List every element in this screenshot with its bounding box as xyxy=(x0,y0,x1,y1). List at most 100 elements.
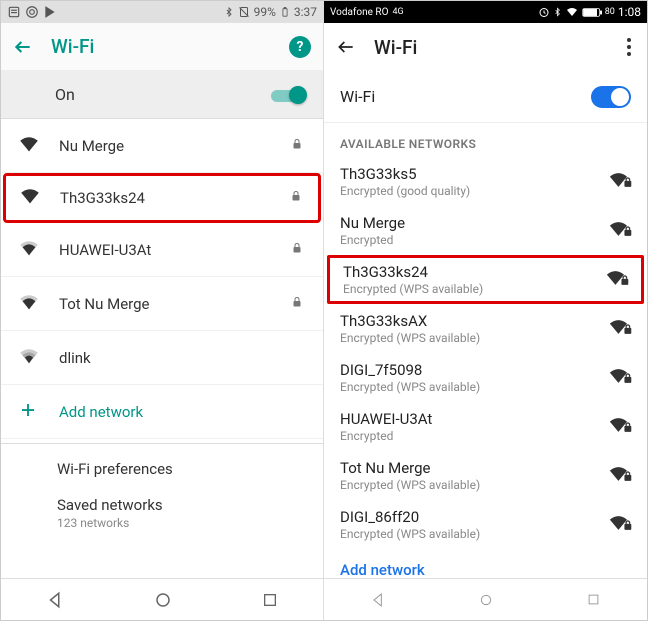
wifi-signal-lock-icon xyxy=(606,269,628,291)
network-name: dlink xyxy=(59,349,305,367)
wifi-signal-icon xyxy=(19,348,39,368)
wifi-preferences[interactable]: Wi-Fi preferences xyxy=(1,444,323,484)
network-row[interactable]: Tot Nu Merge xyxy=(1,277,323,331)
app-bar: Wi-Fi ? xyxy=(1,23,323,71)
status-bar: Vodafone RO 4G 80 1:08 xyxy=(324,1,647,23)
overflow-menu-icon[interactable] xyxy=(623,34,635,60)
nav-back-icon[interactable] xyxy=(370,592,386,608)
nav-back-icon[interactable] xyxy=(46,591,64,609)
network-row[interactable]: Th3G33ks24 xyxy=(3,173,321,223)
nav-recent-icon[interactable] xyxy=(262,592,278,608)
network-status: Encrypted (WPS available) xyxy=(340,478,597,492)
wifi-master-row: Wi-Fi xyxy=(324,71,647,123)
wifi-signal-lock-icon xyxy=(609,367,631,389)
lock-icon xyxy=(291,295,305,313)
network-status: Encrypted xyxy=(340,233,597,247)
network-list: Nu Merge Th3G33ks24 HUAWEI-U3At Tot Nu M… xyxy=(1,119,323,578)
saved-networks[interactable]: Saved networks xyxy=(1,484,323,516)
notification-icon xyxy=(7,5,21,19)
clock: 3:37 xyxy=(294,5,317,19)
carrier-label: Vodafone RO xyxy=(330,7,388,18)
bluetooth-icon xyxy=(224,5,234,19)
wifi-signal-lock-icon xyxy=(609,465,631,487)
chrome-icon xyxy=(25,5,39,19)
page-title: Wi-Fi xyxy=(51,35,94,58)
wifi-signal-icon xyxy=(19,240,39,260)
wifi-label: Wi-Fi xyxy=(340,87,375,106)
lock-icon xyxy=(291,241,305,259)
battery-pct: 99% xyxy=(254,5,276,19)
network-status: Encrypted (WPS available) xyxy=(340,331,597,345)
battery-icon xyxy=(280,5,290,19)
network-name: HUAWEI-U3At xyxy=(340,410,597,428)
add-network-link[interactable]: Add network xyxy=(324,549,647,578)
nav-bar xyxy=(324,578,647,620)
lock-icon xyxy=(291,137,305,155)
wifi-toggle[interactable] xyxy=(591,86,631,108)
network-name: Th3G33ksAX xyxy=(340,312,597,330)
network-row[interactable]: Th3G33ks5 Encrypted (good quality) xyxy=(324,157,647,206)
play-icon xyxy=(43,5,57,19)
network-row[interactable]: DIGI_86ff20 Encrypted (WPS available) xyxy=(324,500,647,549)
add-network-label: Add network xyxy=(59,403,305,421)
wifi-signal-lock-icon xyxy=(609,171,631,193)
nav-home-icon[interactable] xyxy=(478,592,494,608)
saved-networks-count: 123 networks xyxy=(1,516,323,540)
phone-android9: Vodafone RO 4G 80 1:08 Wi-Fi Wi-Fi AVAIL… xyxy=(324,1,647,620)
network-status: Encrypted (WPS available) xyxy=(343,282,594,296)
help-icon[interactable]: ? xyxy=(289,36,311,58)
network-status: Encrypted xyxy=(340,429,597,443)
wifi-signal-lock-icon xyxy=(609,416,631,438)
clock: 1:08 xyxy=(618,5,641,19)
wifi-on-row: On xyxy=(1,71,323,119)
network-name: Tot Nu Merge xyxy=(340,459,597,477)
network-row[interactable]: Tot Nu Merge Encrypted (WPS available) xyxy=(324,451,647,500)
wifi-signal-icon xyxy=(19,136,39,156)
no-sim-icon xyxy=(238,5,250,19)
network-name: Th3G33ks24 xyxy=(343,263,594,281)
network-name: Nu Merge xyxy=(340,214,597,232)
back-icon[interactable] xyxy=(13,37,33,57)
network-row[interactable]: HUAWEI-U3At xyxy=(1,223,323,277)
wifi-signal-lock-icon xyxy=(609,318,631,340)
nav-recent-icon[interactable] xyxy=(586,592,601,607)
battery-icon xyxy=(582,7,602,18)
bluetooth-icon xyxy=(553,6,562,18)
app-bar: Wi-Fi xyxy=(324,23,647,71)
network-name: HUAWEI-U3At xyxy=(59,241,271,259)
network-name: Tot Nu Merge xyxy=(59,295,271,313)
network-status: Encrypted (good quality) xyxy=(340,184,597,198)
network-status: Encrypted (WPS available) xyxy=(340,527,597,541)
status-bar: 99% 3:37 xyxy=(1,1,323,23)
network-row[interactable]: dlink xyxy=(1,331,323,385)
wifi-signal-lock-icon xyxy=(609,514,631,536)
nav-bar xyxy=(1,578,323,620)
on-label: On xyxy=(55,85,75,104)
network-name: DIGI_86ff20 xyxy=(340,508,597,526)
wifi-toggle[interactable] xyxy=(271,85,305,105)
network-row[interactable]: Nu Merge Encrypted xyxy=(324,206,647,255)
network-row[interactable]: Th3G33ksAX Encrypted (WPS available) xyxy=(324,304,647,353)
add-network-row[interactable]: Add network xyxy=(1,385,323,439)
network-row[interactable]: HUAWEI-U3At Encrypted xyxy=(324,402,647,451)
network-name: Th3G33ks24 xyxy=(60,189,270,207)
plus-icon xyxy=(19,401,39,423)
network-row[interactable]: Th3G33ks24 Encrypted (WPS available) xyxy=(327,255,644,304)
wifi-icon xyxy=(565,6,579,18)
network-name: Nu Merge xyxy=(59,137,271,155)
battery-pct-inline: 80 xyxy=(605,7,615,17)
lock-icon xyxy=(290,189,304,207)
network-name: Th3G33ks5 xyxy=(340,165,597,183)
phone-android8: 99% 3:37 Wi-Fi ? On Nu Merge Th3G33ks24 xyxy=(1,1,324,620)
nav-home-icon[interactable] xyxy=(154,591,172,609)
network-type: 4G xyxy=(392,7,403,17)
wifi-signal-icon xyxy=(20,188,40,208)
network-row[interactable]: DIGI_7f5098 Encrypted (WPS available) xyxy=(324,353,647,402)
network-list: Th3G33ks5 Encrypted (good quality) Nu Me… xyxy=(324,157,647,578)
page-title: Wi-Fi xyxy=(374,36,417,59)
network-status: Encrypted (WPS available) xyxy=(340,380,597,394)
back-icon[interactable] xyxy=(336,37,356,57)
network-row[interactable]: Nu Merge xyxy=(1,119,323,173)
network-name: DIGI_7f5098 xyxy=(340,361,597,379)
wifi-signal-lock-icon xyxy=(609,220,631,242)
